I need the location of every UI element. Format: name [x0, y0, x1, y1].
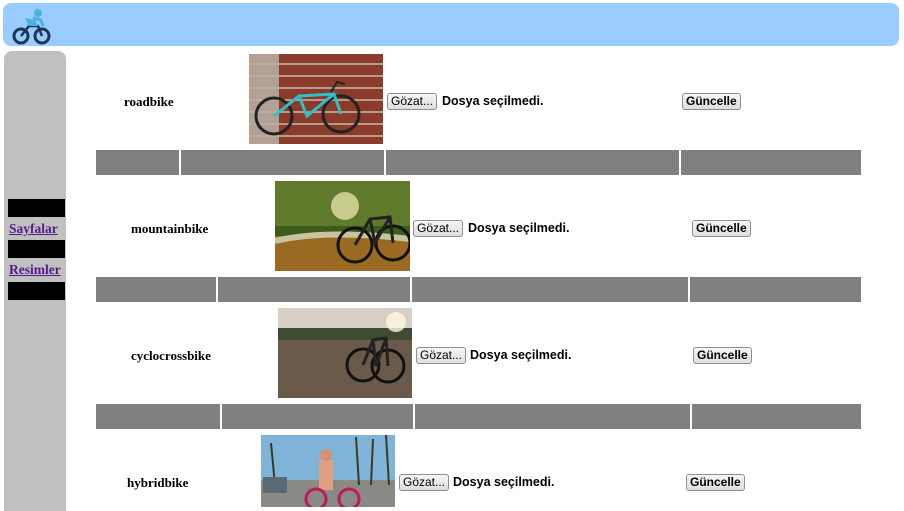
table-separator — [96, 277, 861, 302]
image-name: cyclocrossbike — [131, 348, 211, 363]
update-button[interactable]: Güncelle — [692, 220, 751, 237]
road-bike-image — [249, 54, 383, 144]
file-status: Dosya seçilmedi. — [468, 221, 570, 235]
table-separator — [96, 404, 861, 429]
header-bar — [3, 3, 899, 46]
update-button[interactable]: Güncelle — [693, 347, 752, 364]
update-button[interactable]: Güncelle — [686, 474, 745, 491]
cyclist-icon[interactable] — [11, 6, 51, 46]
sidebar: Sayfalar Resimler — [4, 51, 66, 511]
hybrid-bike-image — [261, 435, 395, 507]
sidebar-link-sayfalar[interactable]: Sayfalar — [9, 221, 58, 237]
browse-button[interactable]: Gözat... — [413, 220, 464, 237]
mountain-bike-image — [275, 181, 410, 271]
table-separator — [96, 150, 861, 175]
cyclocross-bike-image — [278, 308, 412, 398]
file-status: Dosya seçilmedi. — [453, 475, 555, 489]
browse-button[interactable]: Gözat... — [399, 474, 450, 491]
sidebar-divider — [8, 240, 65, 258]
image-name: mountainbike — [131, 221, 209, 236]
update-button[interactable]: Güncelle — [682, 93, 741, 110]
image-name: hybridbike — [127, 475, 189, 490]
browse-button[interactable]: Gözat... — [416, 347, 467, 364]
sidebar-divider — [8, 199, 65, 217]
file-status: Dosya seçilmedi. — [470, 348, 572, 362]
file-status: Dosya seçilmedi. — [442, 94, 544, 108]
sidebar-divider — [8, 282, 65, 300]
browse-button[interactable]: Gözat... — [387, 93, 438, 110]
sidebar-link-resimler[interactable]: Resimler — [9, 262, 61, 278]
image-name: roadbike — [124, 94, 174, 109]
